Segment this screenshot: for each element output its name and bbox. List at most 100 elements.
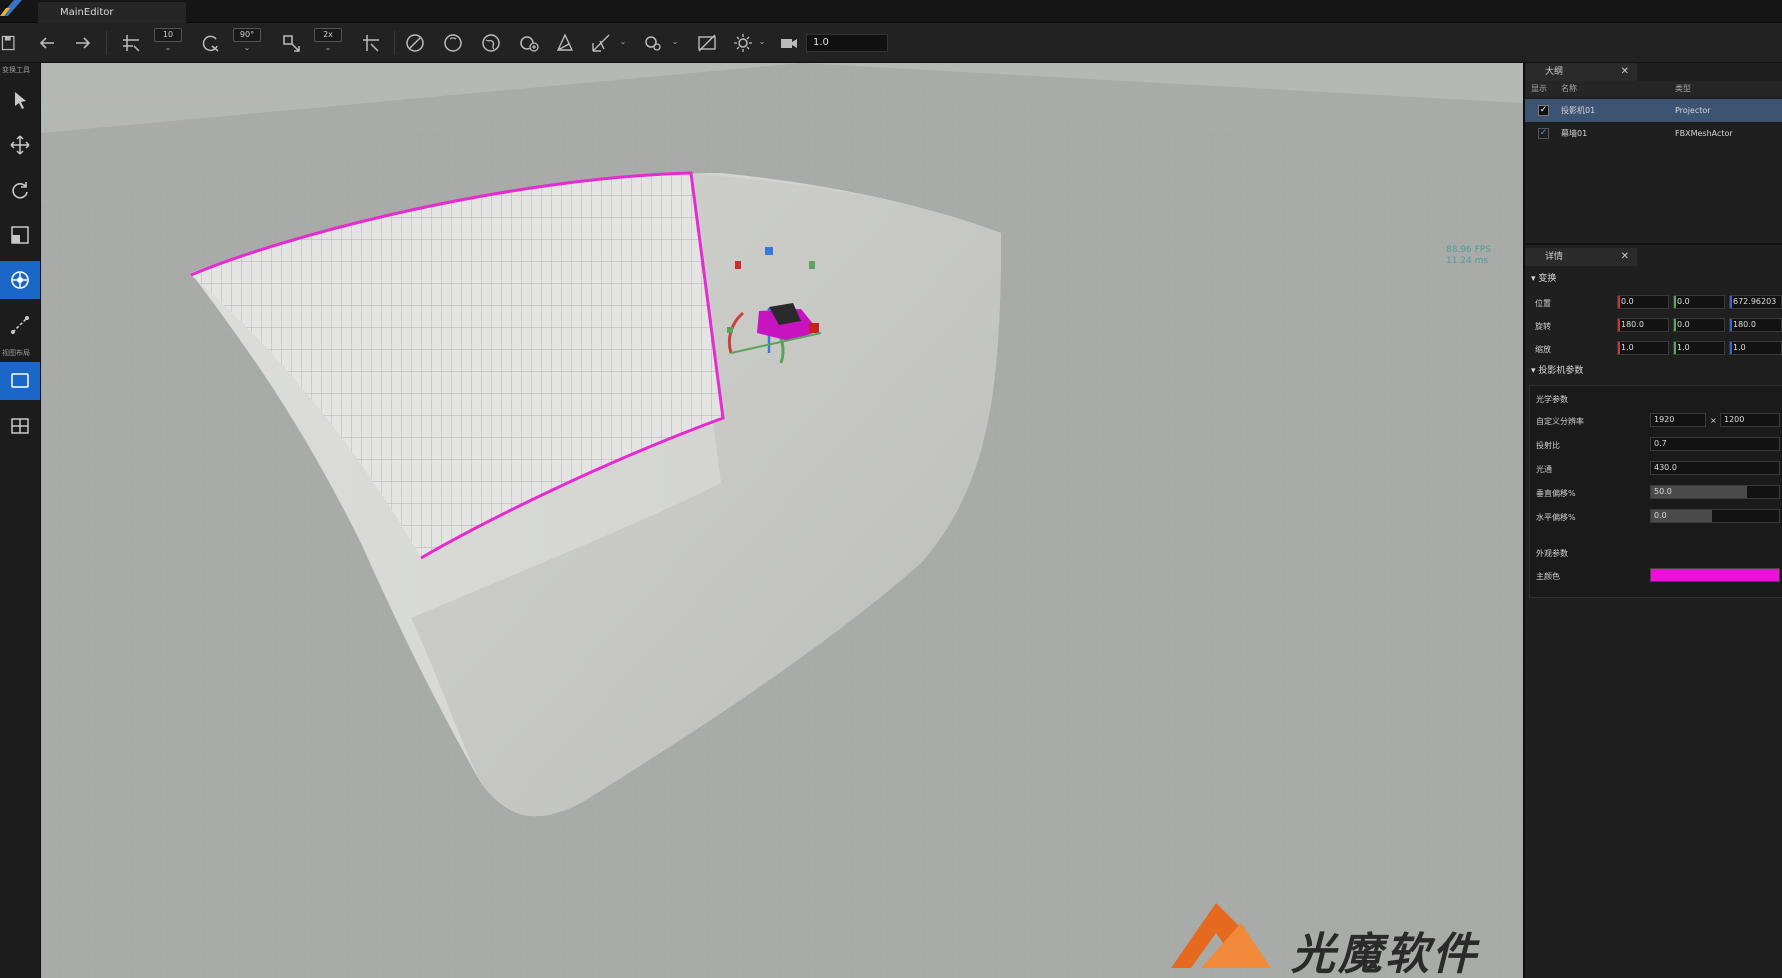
save-icon [1,35,15,51]
rotate-icon [12,182,28,199]
surface-snap-toggle[interactable] [358,30,384,56]
tab-details-label: 详情 [1545,252,1564,262]
move-tool-button[interactable] [0,126,40,164]
scale-tool-button[interactable] [0,216,40,254]
scale-y-value: 1.0 [1677,343,1690,352]
rotate-snap-toggle[interactable] [198,30,224,56]
projection-icon [556,33,574,51]
col-type: 类型 [1675,84,1691,93]
chevron-down-icon[interactable]: ⌄ [618,37,628,46]
visibility-checkbox[interactable]: ✓ [1538,128,1549,139]
toolbar-divider [394,31,395,55]
universal-tool-button[interactable] [0,261,40,299]
single-pane-icon [11,373,29,388]
transform-section-header[interactable]: ▾ 变换 [1525,269,1782,289]
sun-settings-button[interactable] [730,30,756,56]
horizontal-shift-slider[interactable]: 0.0 [1650,509,1780,523]
location-y-value: 0.0 [1677,297,1690,306]
projector-section-header[interactable]: ▾ 投影机参数 [1525,361,1782,381]
transform-section-title: 变换 [1538,274,1557,284]
horizontal-shift-label: 水平偏移% [1536,513,1576,522]
projector-params-panel: 光学参数 自定义分辨率 1920 × 1200 投射比 0.7 光通 430.0… [1529,385,1782,598]
vertical-shift-slider[interactable]: 50.0 [1650,485,1780,499]
main-toolbar: 10 ⌄ 90° ⌄ 2x ⌄ ⌄ ⌄ ⌄ 1.0 [0,23,1782,63]
show-flags-button[interactable] [640,30,666,56]
camera-speed-input[interactable]: 1.0 [806,34,888,52]
single-view-button[interactable] [0,362,40,400]
transform-tools-label: 变换工具 [2,66,30,74]
panel-splitter[interactable] [1525,243,1782,245]
scale-label: 缩放 [1535,345,1551,354]
app-logo-icon [0,0,22,16]
scale-y-input[interactable]: 1.0 [1673,341,1725,355]
globe-icon [482,34,500,52]
3d-viewport[interactable]: 88.96 FPS 11.24 ms 光魔软件 [41,63,1523,978]
visibility-checkbox[interactable]: ✓ [1538,105,1549,116]
globe-button[interactable] [478,30,504,56]
grid-off-icon [698,34,716,52]
save-button[interactable] [0,30,18,56]
item-type: Projector [1675,106,1711,115]
scale-snap-toggle[interactable] [278,30,304,56]
scale-x-input[interactable]: 1.0 [1617,341,1669,355]
throw-ratio-input[interactable]: 0.7 [1650,437,1780,451]
measure-tool-button[interactable] [0,306,40,344]
location-y-input[interactable]: 0.0 [1673,295,1725,309]
undo-button[interactable] [34,30,60,56]
tab-outliner[interactable]: 大纲 ✕ [1525,63,1637,81]
rotate-tool-button[interactable] [0,171,40,209]
hide-grid-button[interactable] [694,30,720,56]
location-x-value: 0.0 [1621,297,1634,306]
item-type: FBXMeshActor [1675,129,1733,138]
right-panel: 大纲 ✕ 显示 名称 类型 ✓ 投影机01 Projector ✓ 幕墙01 F… [1523,63,1782,978]
scale-z-input[interactable]: 1.0 [1729,341,1782,355]
chevron-down-icon[interactable]: ⌄ [670,37,680,46]
redo-button[interactable] [70,30,96,56]
move-snap-value[interactable]: 10 [154,28,182,42]
gizmo-icon [11,271,29,289]
projection-button[interactable] [552,30,578,56]
rotation-label: 旋转 [1535,322,1551,331]
lumens-input[interactable]: 430.0 [1650,461,1780,475]
close-icon[interactable]: ✕ [1621,248,1629,266]
view-mode-lit-button[interactable] [440,30,466,56]
tab-main-editor[interactable]: MainEditor [38,2,186,23]
resolution-width-input[interactable]: 1920 [1650,413,1706,427]
quad-view-button[interactable] [0,407,40,445]
resolution-height-input[interactable]: 1200 [1720,413,1780,427]
camera-speed-button[interactable] [776,30,802,56]
close-icon[interactable]: ✕ [1621,63,1629,81]
scale-snap-value[interactable]: 2x [314,28,342,42]
main-color-swatch[interactable] [1650,568,1780,582]
cursor-icon [15,92,26,109]
toolbar-divider [106,31,107,55]
tab-details[interactable]: 详情 ✕ [1525,248,1637,266]
rotation-y-input[interactable]: 0.0 [1673,318,1725,332]
scene-render[interactable] [41,63,1523,978]
outliner-row[interactable]: ✓ 投影机01 Projector [1525,99,1782,122]
location-x-input[interactable]: 0.0 [1617,295,1669,309]
add-light-button[interactable] [516,30,542,56]
item-name: 幕墙01 [1561,129,1588,138]
optics-section-title: 光学参数 [1536,395,1568,404]
quad-pane-icon [11,418,29,434]
horizontal-shift-value: 0.0 [1654,511,1667,520]
gears-icon [645,36,661,51]
move-snap-toggle[interactable] [118,30,144,56]
chevron-down-icon[interactable]: ⌄ [163,43,173,52]
outliner-row[interactable]: ✓ 幕墙01 FBXMeshActor [1525,122,1782,145]
view-layout-label: 视图布局 [2,349,30,357]
rotate-snap-value[interactable]: 90° [233,28,261,42]
rotation-x-input[interactable]: 180.0 [1617,318,1669,332]
select-tool-button[interactable] [0,81,40,119]
projector-cone-button[interactable] [588,30,614,56]
chevron-down-icon[interactable]: ⌄ [757,37,767,46]
chevron-down-icon[interactable]: ⌄ [323,43,333,52]
view-mode-wireframe-button[interactable] [402,30,428,56]
sphere-icon [444,34,462,52]
rotation-z-input[interactable]: 180.0 [1729,318,1782,332]
location-z-input[interactable]: 672.96203 [1729,295,1782,309]
outliner-header: 显示 名称 类型 [1525,81,1782,97]
resolution-separator: × [1710,416,1717,425]
chevron-down-icon[interactable]: ⌄ [242,43,252,52]
